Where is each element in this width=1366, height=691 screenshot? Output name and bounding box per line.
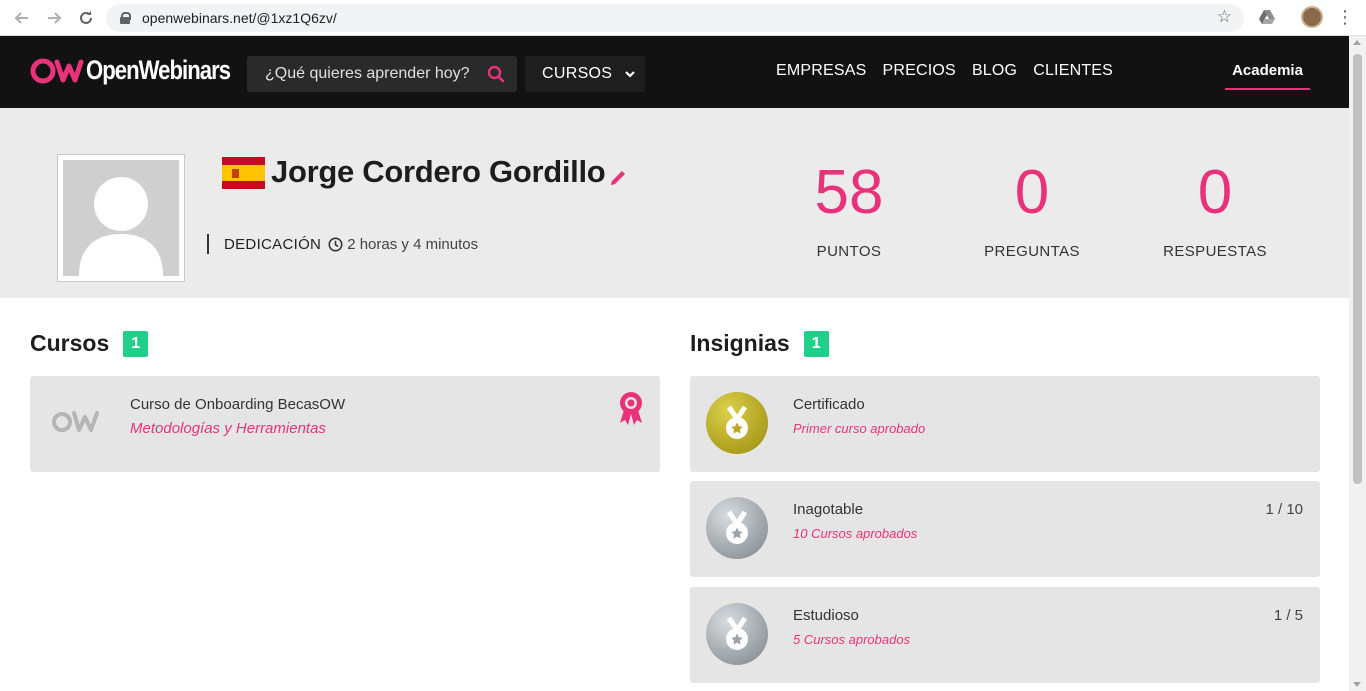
url-text: openwebinars.net/@1xz1Q6zv/ — [142, 10, 337, 26]
course-category[interactable]: Metodologías y Herramientas — [130, 420, 326, 437]
stat-points: 58 PUNTOS — [779, 158, 919, 260]
dedication-value: 2 horas y 4 minutos — [347, 236, 478, 253]
ow-logo-icon — [30, 58, 84, 83]
silver-medal-icon — [706, 497, 768, 559]
page-scrollbar[interactable] — [1349, 36, 1366, 691]
ow-course-logo-icon — [52, 411, 99, 432]
forward-arrow-icon — [48, 12, 62, 24]
dedication-minutes: 4 — [413, 235, 422, 253]
openwebinars-logo[interactable]: OpenWebinars — [30, 55, 262, 86]
badge-description: Primer curso aprobado — [793, 421, 926, 436]
search-input[interactable] — [265, 65, 475, 83]
user-avatar — [57, 154, 185, 282]
dedication-label: DEDICACIÓN — [224, 235, 322, 253]
scroll-up-arrow-icon[interactable] — [1353, 40, 1361, 45]
badges-section-title: Insignias 1 — [690, 330, 829, 357]
clock-icon — [328, 237, 343, 251]
main-nav-links: EMPRESAS PRECIOS BLOG CLIENTES — [776, 62, 1113, 80]
dedication-minutes-unit: minutos — [425, 235, 479, 253]
badge-name: Certificado — [793, 396, 865, 413]
badge-progress: 1 / 5 — [1273, 607, 1303, 624]
nav-link-empresas[interactable]: EMPRESAS — [776, 62, 867, 80]
badge-card-certificado[interactable]: Certificado Primer curso aprobado — [690, 376, 1320, 472]
user-name: Jorge Cordero Gordillo — [271, 154, 606, 189]
badge-name: Estudioso — [793, 607, 859, 624]
courses-dropdown[interactable]: CURSOS — [525, 56, 645, 92]
certificate-ribbon-icon[interactable] — [618, 390, 644, 426]
spain-flag-icon — [222, 157, 265, 189]
drive-extension-icon[interactable] — [1258, 8, 1276, 26]
stat-answers: 0 RESPUESTAS — [1145, 158, 1285, 260]
nav-link-precios[interactable]: PRECIOS — [883, 62, 956, 80]
default-user-icon — [63, 160, 179, 276]
courses-title: Cursos — [30, 330, 110, 356]
lock-icon — [120, 12, 131, 24]
search-box[interactable] — [247, 56, 517, 92]
stat-points-label: PUNTOS — [816, 243, 882, 260]
badge-name: Inagotable — [793, 501, 864, 518]
back-arrow-icon — [14, 12, 28, 24]
stat-answers-value: 0 — [1197, 158, 1233, 227]
course-name[interactable]: Curso de Onboarding BecasOW — [130, 396, 345, 413]
dedication-hours: 2 — [347, 235, 356, 253]
dedication-info: DEDICACIÓN 2 horas y 4 minutos — [207, 234, 478, 254]
badges-title: Insignias — [690, 330, 790, 356]
browser-toolbar: openwebinars.net/@1xz1Q6zv/ ☆ ⋮ — [0, 0, 1366, 36]
pencil-edit-icon[interactable] — [608, 168, 628, 188]
logo-text: OpenWebinars — [86, 55, 231, 85]
badge-description: 5 Cursos aprobados — [793, 632, 911, 647]
dedication-hours-unit: horas y — [359, 235, 409, 253]
badges-count-badge: 1 — [803, 330, 829, 357]
forward-button[interactable] — [38, 2, 70, 34]
courses-count-badge: 1 — [123, 330, 149, 357]
nav-link-clientes[interactable]: CLIENTES — [1033, 62, 1113, 80]
reload-icon — [80, 11, 92, 24]
courses-dropdown-label: CURSOS — [542, 65, 613, 82]
bookmark-star-icon[interactable]: ☆ — [1217, 7, 1232, 27]
back-button[interactable] — [6, 2, 38, 34]
badge-progress: 1 / 10 — [1265, 501, 1303, 518]
course-card[interactable]: Curso de Onboarding BecasOW Metodologías… — [30, 376, 660, 472]
reload-button[interactable] — [70, 2, 102, 34]
chevron-down-icon — [625, 71, 636, 78]
silver-medal-icon — [706, 603, 768, 665]
address-bar[interactable]: openwebinars.net/@1xz1Q6zv/ ☆ — [106, 4, 1244, 32]
badge-card-estudioso[interactable]: Estudioso 5 Cursos aprobados 1 / 5 — [690, 587, 1320, 683]
stat-questions: 0 PREGUNTAS — [962, 158, 1102, 260]
scroll-down-arrow-icon[interactable] — [1353, 682, 1361, 687]
browser-menu-icon[interactable]: ⋮ — [1336, 6, 1354, 28]
stat-answers-label: RESPUESTAS — [1163, 243, 1267, 260]
site-header: OpenWebinars CURSOS EMPRESAS PRECIOS BLO… — [0, 36, 1349, 108]
gold-medal-icon — [706, 392, 768, 454]
courses-section-title: Cursos 1 — [30, 330, 149, 357]
scrollbar-thumb[interactable] — [1353, 54, 1362, 484]
profile-avatar[interactable] — [1301, 6, 1323, 28]
badge-card-inagotable[interactable]: Inagotable 10 Cursos aprobados 1 / 10 — [690, 481, 1320, 577]
stat-points-value: 58 — [814, 158, 884, 227]
stat-questions-label: PREGUNTAS — [984, 243, 1080, 260]
profile-header: Jorge Cordero Gordillo DEDICACIÓN 2 hora… — [0, 108, 1349, 298]
stat-questions-value: 0 — [1014, 158, 1050, 227]
badge-description: 10 Cursos aprobados — [793, 526, 918, 541]
nav-link-blog[interactable]: BLOG — [972, 62, 1017, 80]
search-icon[interactable] — [487, 65, 505, 83]
academia-link[interactable]: Academia — [1225, 62, 1310, 90]
